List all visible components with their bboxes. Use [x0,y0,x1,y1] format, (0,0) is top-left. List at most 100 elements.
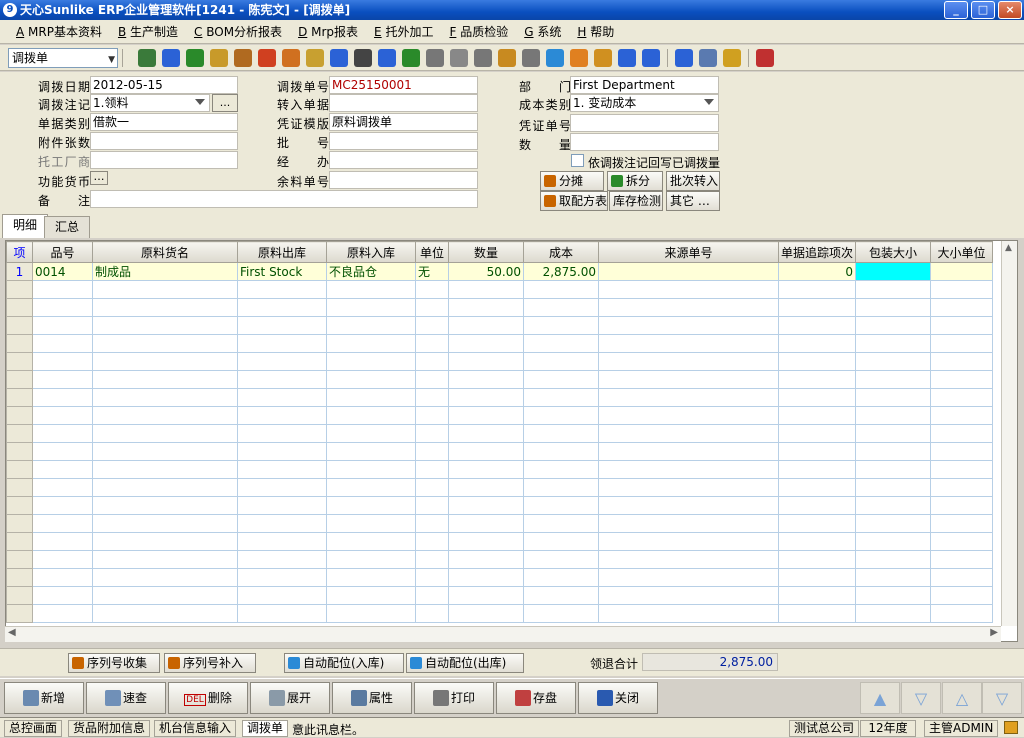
table-cell[interactable] [598,568,779,587]
table-row[interactable] [6,532,993,551]
column-header[interactable]: 项 [6,241,33,263]
table-cell[interactable] [598,388,779,407]
table-cell[interactable] [415,568,449,587]
table-cell[interactable] [778,298,856,317]
table-row[interactable] [6,568,993,587]
table-cell[interactable] [598,316,779,335]
table-cell[interactable]: 0 [778,262,856,281]
home-icon[interactable] [258,48,276,67]
expand-button[interactable]: 展开 [250,682,330,714]
delete-button[interactable]: DEL 删除 [168,682,248,714]
table-cell[interactable] [523,460,599,479]
template-field[interactable]: 原料调拨单 [329,113,478,131]
table-cell[interactable] [6,550,33,569]
table-cell[interactable] [930,316,993,335]
table-cell[interactable]: 50.00 [448,262,524,281]
table-cell[interactable] [930,478,993,497]
table-cell[interactable] [415,280,449,299]
table-cell[interactable] [523,478,599,497]
cascade-icon[interactable] [723,48,741,67]
key-icon[interactable] [354,48,372,67]
table-cell[interactable] [415,298,449,317]
table-cell[interactable] [523,604,599,623]
table-cell[interactable] [448,406,524,425]
table-cell[interactable] [92,352,238,371]
table-cell[interactable] [326,604,416,623]
qty-field[interactable] [570,133,719,151]
table-cell[interactable] [326,514,416,533]
table-cell[interactable] [930,280,993,299]
table-cell[interactable] [92,460,238,479]
table-cell[interactable] [855,280,931,299]
split-share-button[interactable]: 分摊 [540,171,604,191]
table-cell[interactable] [32,568,93,587]
table-cell[interactable] [237,586,327,605]
table-cell[interactable] [523,442,599,461]
menu-item-b[interactable]: B 生产制造 [110,23,186,40]
table-cell[interactable] [237,424,327,443]
column-header[interactable]: 品号 [32,241,93,263]
note-browse-button[interactable]: ... [212,94,238,112]
table-cell[interactable] [448,352,524,371]
menu-item-a[interactable]: A MRP基本资料 [8,23,110,40]
table-cell[interactable] [92,604,238,623]
table-cell[interactable] [523,334,599,353]
table-cell[interactable] [930,334,993,353]
table-row[interactable] [6,442,993,461]
table-cell[interactable] [326,532,416,551]
remark-field[interactable] [90,190,478,208]
table-row[interactable]: 1 0014 制成品 First Stock 不良品仓无 50.00 2,875.00 0 [6,262,993,281]
window-icon[interactable] [675,48,693,67]
dept-field[interactable]: First Department [570,76,719,94]
table-cell[interactable] [32,406,93,425]
table-cell[interactable] [448,568,524,587]
table-cell[interactable] [92,316,238,335]
table-cell[interactable] [92,424,238,443]
table-cell[interactable] [598,442,779,461]
column-header[interactable]: 原料入库 [326,241,416,263]
database-icon[interactable] [498,48,516,67]
hierarchy-icon[interactable] [594,48,612,67]
table-cell[interactable] [415,532,449,551]
table-cell[interactable] [930,586,993,605]
table-cell[interactable] [415,550,449,569]
table-cell[interactable] [930,298,993,317]
table-cell[interactable] [855,316,931,335]
table-cell[interactable] [32,388,93,407]
dollar-icon[interactable] [402,48,420,67]
menu-item-f[interactable]: F 品质检验 [441,23,516,40]
table-cell[interactable] [415,424,449,443]
table-cell[interactable] [92,406,238,425]
add-button[interactable]: 新增 [4,682,84,714]
table-cell[interactable] [32,478,93,497]
table-cell[interactable] [523,550,599,569]
billtype-field[interactable]: 借款一 [90,113,238,131]
table-cell[interactable] [448,604,524,623]
table-cell[interactable] [92,298,238,317]
table-cell[interactable] [237,298,327,317]
table-cell[interactable] [598,298,779,317]
table-cell[interactable] [598,586,779,605]
cost-select[interactable]: 1. 变动成本 [570,94,719,112]
menu-item-e[interactable]: E 托外加工 [366,23,441,40]
table-cell[interactable]: 不良品仓 [326,262,416,281]
table-cell[interactable] [930,550,993,569]
table-cell[interactable] [598,496,779,515]
table-cell[interactable] [326,478,416,497]
table-cell[interactable] [448,478,524,497]
table-cell[interactable] [855,550,931,569]
table-row[interactable] [6,298,993,317]
table-cell[interactable] [448,334,524,353]
table-cell[interactable] [92,568,238,587]
table-cell[interactable] [6,586,33,605]
table-cell[interactable] [778,532,856,551]
table-cell[interactable] [32,550,93,569]
table-cell[interactable] [598,550,779,569]
table-cell[interactable] [415,604,449,623]
table-cell[interactable] [237,550,327,569]
table-cell[interactable] [930,496,993,515]
close-window-button[interactable]: × [998,1,1022,19]
check-icon[interactable] [546,48,564,67]
table-cell[interactable] [778,586,856,605]
table-cell[interactable]: 制成品 [92,262,238,281]
